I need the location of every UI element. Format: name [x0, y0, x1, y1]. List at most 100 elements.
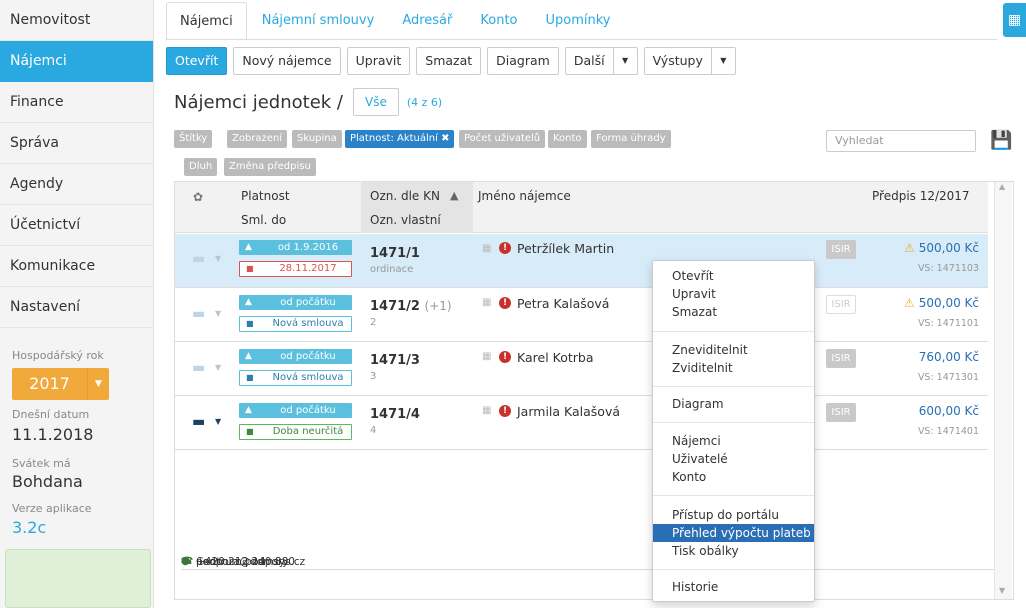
- outputs-button[interactable]: Výstupy: [643, 47, 712, 75]
- open-button[interactable]: Otevřít: [166, 47, 228, 75]
- table-row[interactable]: ▬ ▼ ▲ od počátku ■ Doba neurčitá 1471/4 4 …: [175, 397, 988, 450]
- header-predpis[interactable]: Předpis 12/2017: [872, 189, 970, 203]
- chevron-down-icon[interactable]: ▼: [215, 309, 221, 318]
- chip-stitky[interactable]: Štítky: [174, 130, 213, 148]
- chevron-down-icon[interactable]: ▼: [215, 363, 221, 372]
- variable-symbol: VS: 1471301: [917, 372, 979, 383]
- unit-own: 4: [370, 425, 377, 436]
- tab-adresar[interactable]: Adresář: [389, 2, 465, 40]
- isir-badge[interactable]: ISIR: [826, 295, 856, 314]
- menu-item-zneviditelnit[interactable]: Zneviditelnit: [653, 341, 814, 359]
- amount: 600,00 Kč: [919, 404, 979, 418]
- validity-text: od počátku: [280, 297, 336, 308]
- chip-skupina[interactable]: Skupina: [292, 130, 342, 148]
- chevron-down-icon[interactable]: ▼: [215, 254, 221, 263]
- menu-item-konto[interactable]: Konto: [653, 468, 814, 486]
- grid-icon[interactable]: ▦: [482, 405, 491, 416]
- delete-button[interactable]: Smazat: [416, 47, 482, 75]
- calendar-icon[interactable]: ▦: [1003, 3, 1026, 37]
- gear-icon[interactable]: ✿: [193, 190, 203, 204]
- isir-badge[interactable]: ISIR: [826, 403, 856, 422]
- chip-konto[interactable]: Konto: [548, 130, 587, 148]
- tenant-name[interactable]: Karel Kotrba: [517, 350, 594, 365]
- fiscal-year-select[interactable]: 2017 ▼: [12, 368, 109, 400]
- isir-badge[interactable]: ISIR: [826, 349, 856, 368]
- sidebar-item-najemci[interactable]: Nájemci: [0, 41, 153, 82]
- sidebar-item-agendy[interactable]: Agendy: [0, 164, 153, 205]
- unit-kn-value: 1471/2: [370, 299, 420, 314]
- tab-upominky[interactable]: Upomínky: [533, 2, 624, 40]
- menu-item-historie[interactable]: Historie: [653, 578, 814, 596]
- sidebar-item-finance[interactable]: Finance: [0, 82, 153, 123]
- new-tenant-button[interactable]: Nový nájemce: [233, 47, 341, 75]
- menu-item-tisk-obalky[interactable]: Tisk obálky: [653, 542, 814, 560]
- validity-text: od počátku: [280, 351, 336, 362]
- grid-icon[interactable]: ▦: [482, 351, 491, 362]
- sidebar-item-ucetnictvi[interactable]: Účetnictví: [0, 205, 153, 246]
- chip-platnost-aktualni[interactable]: Platnost: Aktuální ✖: [345, 130, 455, 148]
- sidebar-item-sprava[interactable]: Správa: [0, 123, 153, 164]
- validity-text: od počátku: [280, 405, 336, 416]
- menu-item-uzivatele[interactable]: Uživatelé: [653, 450, 814, 468]
- chip-forma-uhrady[interactable]: Forma úhrady: [591, 130, 671, 148]
- more-caret-icon[interactable]: ▼: [613, 47, 638, 75]
- menu-item-zviditelnit[interactable]: Zviditelnit: [653, 359, 814, 377]
- support-box: ● Centrum podpory ☎ +420 212 240 880 ✉ podp…: [5, 549, 994, 608]
- chip-pocet-uzivatelu[interactable]: Počet uživatelů: [459, 130, 546, 148]
- scroll-up-icon[interactable]: ▲: [999, 182, 1005, 191]
- vertical-scrollbar[interactable]: ▲ ▼: [994, 182, 1012, 599]
- menu-divider: [653, 495, 814, 496]
- version-value: 3.2c: [12, 518, 47, 537]
- sort-asc-icon[interactable]: ▲: [450, 189, 458, 202]
- scroll-down-icon[interactable]: ▼: [999, 586, 1005, 595]
- sidebar-item-komunikace[interactable]: Komunikace: [0, 246, 153, 287]
- table-row[interactable]: ▬ ▼ ▲ od počátku ■ Nová smlouva 1471/3 3 ▦…: [175, 343, 988, 396]
- edit-button[interactable]: Upravit: [346, 47, 411, 75]
- isir-badge[interactable]: ISIR: [826, 240, 856, 259]
- chip-zmena-predpisu[interactable]: Změna předpisu: [224, 158, 316, 176]
- menu-item-upravit[interactable]: Upravit: [653, 285, 814, 303]
- table-row[interactable]: ▬ ▼ ▲ od 1.9.2016 ■ 28.11.2017 1471/1 ordi…: [175, 234, 988, 288]
- header-jmeno[interactable]: Jméno nájemce: [478, 189, 571, 203]
- contract-end-badge: ■ 28.11.2017: [239, 261, 352, 277]
- briefcase-icon[interactable]: ▬: [192, 252, 210, 266]
- sidebar-item-nastaveni[interactable]: Nastavení: [0, 287, 153, 328]
- variable-symbol: VS: 1471103: [917, 263, 979, 274]
- menu-item-prehled-vypoctu[interactable]: Přehled výpočtu plateb: [653, 524, 814, 542]
- filter-all-button[interactable]: Vše: [353, 88, 399, 116]
- header-ozn-vlastni[interactable]: Ozn. vlastní: [370, 213, 441, 227]
- chip-dluh[interactable]: Dluh: [184, 158, 218, 176]
- tenant-name[interactable]: Petra Kalašová: [517, 296, 609, 311]
- tenant-name[interactable]: Jarmila Kalašová: [517, 404, 620, 419]
- menu-item-diagram[interactable]: Diagram: [653, 395, 814, 413]
- unit-kn: 1471/1: [370, 246, 420, 261]
- outputs-caret-icon[interactable]: ▼: [711, 47, 736, 75]
- grid-icon[interactable]: ▦: [482, 297, 491, 308]
- briefcase-icon[interactable]: ▬: [192, 361, 210, 375]
- tenant-name[interactable]: Petržílek Martin: [517, 241, 614, 256]
- menu-item-najemci[interactable]: Nájemci: [653, 432, 814, 450]
- tab-najemni-smlouvy[interactable]: Nájemní smlouvy: [249, 2, 388, 40]
- amount-value: 500,00 Kč: [918, 241, 979, 255]
- chevron-down-icon[interactable]: ▼: [215, 417, 221, 426]
- tab-najemci[interactable]: Nájemci: [166, 2, 247, 40]
- menu-item-pristup-portal[interactable]: Přístup do portálu: [653, 506, 814, 524]
- briefcase-icon[interactable]: ▬: [192, 307, 210, 321]
- header-platnost[interactable]: Platnost: [241, 189, 290, 203]
- unit-kn: 1471/2 (+1): [370, 299, 452, 314]
- header-ozn-kn[interactable]: Ozn. dle KN: [370, 189, 440, 203]
- more-button[interactable]: Další: [564, 47, 614, 75]
- sidebar-item-nemovitost[interactable]: Nemovitost: [0, 0, 153, 41]
- table-row[interactable]: ▬ ▼ ▲ od počátku ■ Nová smlouva 1471/2 (+1…: [175, 289, 988, 342]
- search-input[interactable]: Vyhledat: [826, 130, 976, 152]
- grid-icon[interactable]: ▦: [482, 243, 491, 254]
- user-icon: ▲: [245, 351, 252, 361]
- briefcase-icon[interactable]: ▬: [192, 415, 210, 429]
- diagram-button[interactable]: Diagram: [487, 47, 559, 75]
- chip-zobrazeni[interactable]: Zobrazení: [227, 130, 288, 148]
- save-filter-icon[interactable]: 💾: [990, 130, 1012, 152]
- header-sml-do[interactable]: Sml. do: [241, 213, 286, 227]
- menu-item-otevrit[interactable]: Otevřít: [653, 267, 814, 285]
- tab-konto[interactable]: Konto: [467, 2, 530, 40]
- menu-item-smazat[interactable]: Smazat: [653, 303, 814, 321]
